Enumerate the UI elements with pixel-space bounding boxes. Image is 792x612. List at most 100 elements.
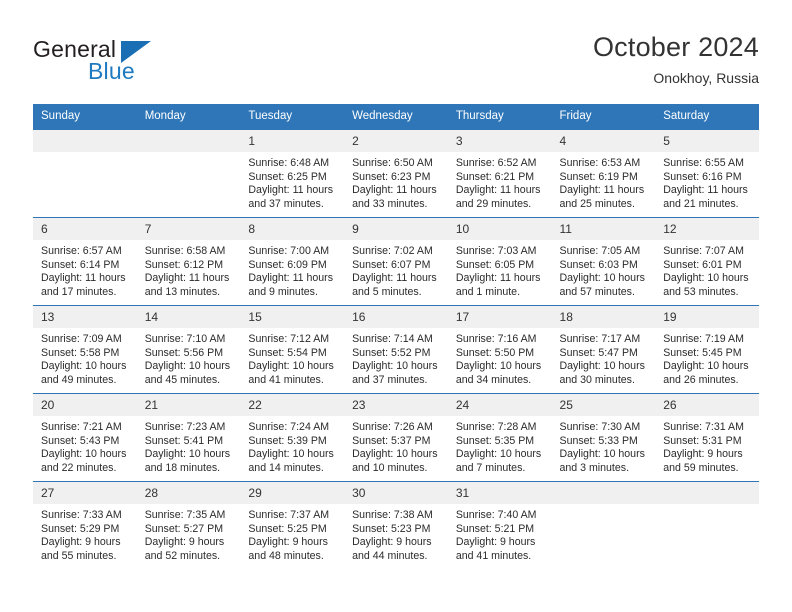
sunrise-text: Sunrise: 7:37 AM xyxy=(248,509,330,521)
day-cell[interactable]: 2 Sunrise: 6:50 AM Sunset: 6:23 PM Dayli… xyxy=(344,130,448,218)
sunrise-text: Sunrise: 7:16 AM xyxy=(455,333,537,345)
sunset-text: Sunset: 5:21 PM xyxy=(455,522,535,535)
day-cell[interactable]: 4 Sunrise: 6:53 AM Sunset: 6:19 PM Dayli… xyxy=(551,130,656,218)
day-cell[interactable]: 17 Sunrise: 7:16 AM Sunset: 5:50 PM Dayl… xyxy=(447,305,552,394)
daylight-text-line2: and 13 minutes. xyxy=(144,285,221,298)
day-cell[interactable]: 25 Sunrise: 7:30 AM Sunset: 5:33 PM Dayl… xyxy=(551,393,656,482)
day-cell[interactable]: 6 Sunrise: 6:57 AM Sunset: 6:14 PM Dayli… xyxy=(33,217,137,306)
day-cell[interactable]: 20 Sunrise: 7:21 AM Sunset: 5:43 PM Dayl… xyxy=(33,393,137,482)
daylight-text-line1: Daylight: 11 hours xyxy=(455,184,541,197)
weekday-header-tuesday: Tuesday xyxy=(240,104,345,130)
daylight-text-line1: Daylight: 9 hours xyxy=(455,536,536,549)
daylight-text-line1: Daylight: 10 hours xyxy=(455,448,542,461)
day-cell[interactable]: 26 Sunrise: 7:31 AM Sunset: 5:31 PM Dayl… xyxy=(655,393,759,482)
sunset-text: Sunset: 6:14 PM xyxy=(41,258,120,271)
day-number: 20 xyxy=(33,394,137,416)
day-details: Sunrise: 7:02 AM Sunset: 6:07 PM Dayligh… xyxy=(344,240,448,299)
week-row: 13 Sunrise: 7:09 AM Sunset: 5:58 PM Dayl… xyxy=(33,305,759,394)
daylight-text-line2: and 26 minutes. xyxy=(663,373,739,386)
day-number: 29 xyxy=(240,482,345,504)
day-details: Sunrise: 7:31 AM Sunset: 5:31 PM Dayligh… xyxy=(655,416,759,475)
day-cell[interactable]: 14 Sunrise: 7:10 AM Sunset: 5:56 PM Dayl… xyxy=(136,305,241,394)
day-details xyxy=(552,504,656,509)
daylight-text-line1: Daylight: 11 hours xyxy=(559,184,645,197)
sunset-text: Sunset: 5:39 PM xyxy=(248,434,327,447)
day-cell[interactable]: 22 Sunrise: 7:24 AM Sunset: 5:39 PM Dayl… xyxy=(240,393,345,482)
day-cell[interactable]: 24 Sunrise: 7:28 AM Sunset: 5:35 PM Dayl… xyxy=(447,393,552,482)
day-details: Sunrise: 7:07 AM Sunset: 6:01 PM Dayligh… xyxy=(655,240,759,299)
sunrise-text: Sunrise: 7:26 AM xyxy=(352,421,433,433)
sunrise-text: Sunrise: 7:17 AM xyxy=(559,333,641,345)
day-cell[interactable]: 29 Sunrise: 7:37 AM Sunset: 5:25 PM Dayl… xyxy=(240,481,345,569)
sunset-text: Sunset: 5:56 PM xyxy=(144,346,224,359)
sunset-text: Sunset: 6:07 PM xyxy=(352,258,431,271)
day-cell[interactable]: 16 Sunrise: 7:14 AM Sunset: 5:52 PM Dayl… xyxy=(344,305,448,394)
day-cell[interactable]: 31 Sunrise: 7:40 AM Sunset: 5:21 PM Dayl… xyxy=(447,481,552,569)
day-cell[interactable]: 27 Sunrise: 7:33 AM Sunset: 5:29 PM Dayl… xyxy=(33,481,137,569)
day-details: Sunrise: 7:24 AM Sunset: 5:39 PM Dayligh… xyxy=(240,416,344,475)
title-block: October 2024 Onokhoy, Russia xyxy=(593,31,759,86)
day-number: 12 xyxy=(655,218,759,240)
day-details: Sunrise: 7:33 AM Sunset: 5:29 PM Dayligh… xyxy=(33,504,137,563)
day-cell[interactable] xyxy=(655,481,759,569)
daylight-text-line1: Daylight: 11 hours xyxy=(41,272,126,285)
sunset-text: Sunset: 6:09 PM xyxy=(248,258,327,271)
day-number: 13 xyxy=(33,306,137,328)
sunset-text: Sunset: 5:50 PM xyxy=(455,346,535,359)
sunrise-text: Sunrise: 7:05 AM xyxy=(559,245,641,257)
day-cell[interactable]: 21 Sunrise: 7:23 AM Sunset: 5:41 PM Dayl… xyxy=(136,393,241,482)
day-cell[interactable] xyxy=(33,130,137,218)
sunset-text: Sunset: 6:19 PM xyxy=(559,170,638,183)
day-cell[interactable]: 1 Sunrise: 6:48 AM Sunset: 6:25 PM Dayli… xyxy=(240,130,345,218)
sunrise-text: Sunrise: 7:24 AM xyxy=(248,421,330,433)
day-cell[interactable]: 30 Sunrise: 7:38 AM Sunset: 5:23 PM Dayl… xyxy=(344,481,448,569)
weekday-header-thursday: Thursday xyxy=(447,104,552,130)
day-cell[interactable]: 11 Sunrise: 7:05 AM Sunset: 6:03 PM Dayl… xyxy=(551,217,656,306)
day-cell[interactable]: 13 Sunrise: 7:09 AM Sunset: 5:58 PM Dayl… xyxy=(33,305,137,394)
daylight-text-line2: and 29 minutes. xyxy=(455,197,532,210)
sunset-text: Sunset: 5:37 PM xyxy=(352,434,431,447)
day-details xyxy=(655,504,759,509)
calendar-header-row: Sunday Monday Tuesday Wednesday Thursday… xyxy=(33,104,759,130)
sunrise-text: Sunrise: 7:14 AM xyxy=(352,333,433,345)
day-details: Sunrise: 6:53 AM Sunset: 6:19 PM Dayligh… xyxy=(552,152,656,211)
day-details: Sunrise: 6:57 AM Sunset: 6:14 PM Dayligh… xyxy=(33,240,137,299)
daylight-text-line2: and 7 minutes. xyxy=(455,461,526,474)
day-cell[interactable]: 12 Sunrise: 7:07 AM Sunset: 6:01 PM Dayl… xyxy=(655,217,759,306)
day-details: Sunrise: 7:05 AM Sunset: 6:03 PM Dayligh… xyxy=(552,240,656,299)
day-details xyxy=(137,152,241,157)
daylight-text-line1: Daylight: 10 hours xyxy=(248,360,334,373)
daylight-text-line2: and 25 minutes. xyxy=(559,197,635,210)
day-cell[interactable]: 15 Sunrise: 7:12 AM Sunset: 5:54 PM Dayl… xyxy=(240,305,345,394)
sunset-text: Sunset: 5:33 PM xyxy=(559,434,638,447)
day-cell[interactable]: 8 Sunrise: 7:00 AM Sunset: 6:09 PM Dayli… xyxy=(240,217,345,306)
day-cell[interactable]: 23 Sunrise: 7:26 AM Sunset: 5:37 PM Dayl… xyxy=(344,393,448,482)
calendar-page: General Blue October 2024 Onokhoy, Russi… xyxy=(0,0,792,612)
general-blue-logo: General Blue xyxy=(33,36,213,90)
calendar-grid: Sunday Monday Tuesday Wednesday Thursday… xyxy=(33,104,759,569)
day-details: Sunrise: 7:38 AM Sunset: 5:23 PM Dayligh… xyxy=(344,504,448,563)
day-cell[interactable]: 7 Sunrise: 6:58 AM Sunset: 6:12 PM Dayli… xyxy=(136,217,241,306)
daylight-text-line2: and 3 minutes. xyxy=(559,461,630,474)
sunrise-text: Sunrise: 6:52 AM xyxy=(455,157,537,169)
day-cell[interactable] xyxy=(136,130,241,218)
daylight-text-line2: and 37 minutes. xyxy=(248,197,324,210)
day-cell[interactable]: 18 Sunrise: 7:17 AM Sunset: 5:47 PM Dayl… xyxy=(551,305,656,394)
daylight-text-line1: Daylight: 11 hours xyxy=(144,272,230,285)
day-cell[interactable]: 3 Sunrise: 6:52 AM Sunset: 6:21 PM Dayli… xyxy=(447,130,552,218)
day-cell[interactable]: 19 Sunrise: 7:19 AM Sunset: 5:45 PM Dayl… xyxy=(655,305,759,394)
day-cell[interactable] xyxy=(551,481,656,569)
day-details: Sunrise: 7:16 AM Sunset: 5:50 PM Dayligh… xyxy=(448,328,552,387)
day-cell[interactable]: 10 Sunrise: 7:03 AM Sunset: 6:05 PM Dayl… xyxy=(447,217,552,306)
daylight-text-line2: and 1 minute. xyxy=(455,285,521,298)
day-cell[interactable]: 5 Sunrise: 6:55 AM Sunset: 6:16 PM Dayli… xyxy=(655,130,759,218)
weekday-header-friday: Friday xyxy=(551,104,656,130)
daylight-text-line1: Daylight: 11 hours xyxy=(352,272,437,285)
day-details: Sunrise: 7:28 AM Sunset: 5:35 PM Dayligh… xyxy=(448,416,552,475)
day-details: Sunrise: 7:37 AM Sunset: 5:25 PM Dayligh… xyxy=(240,504,344,563)
day-cell[interactable]: 28 Sunrise: 7:35 AM Sunset: 5:27 PM Dayl… xyxy=(136,481,241,569)
day-cell[interactable]: 9 Sunrise: 7:02 AM Sunset: 6:07 PM Dayli… xyxy=(344,217,448,306)
day-number: 18 xyxy=(551,306,656,328)
sunset-text: Sunset: 6:21 PM xyxy=(455,170,535,183)
sunset-text: Sunset: 5:43 PM xyxy=(41,434,120,447)
